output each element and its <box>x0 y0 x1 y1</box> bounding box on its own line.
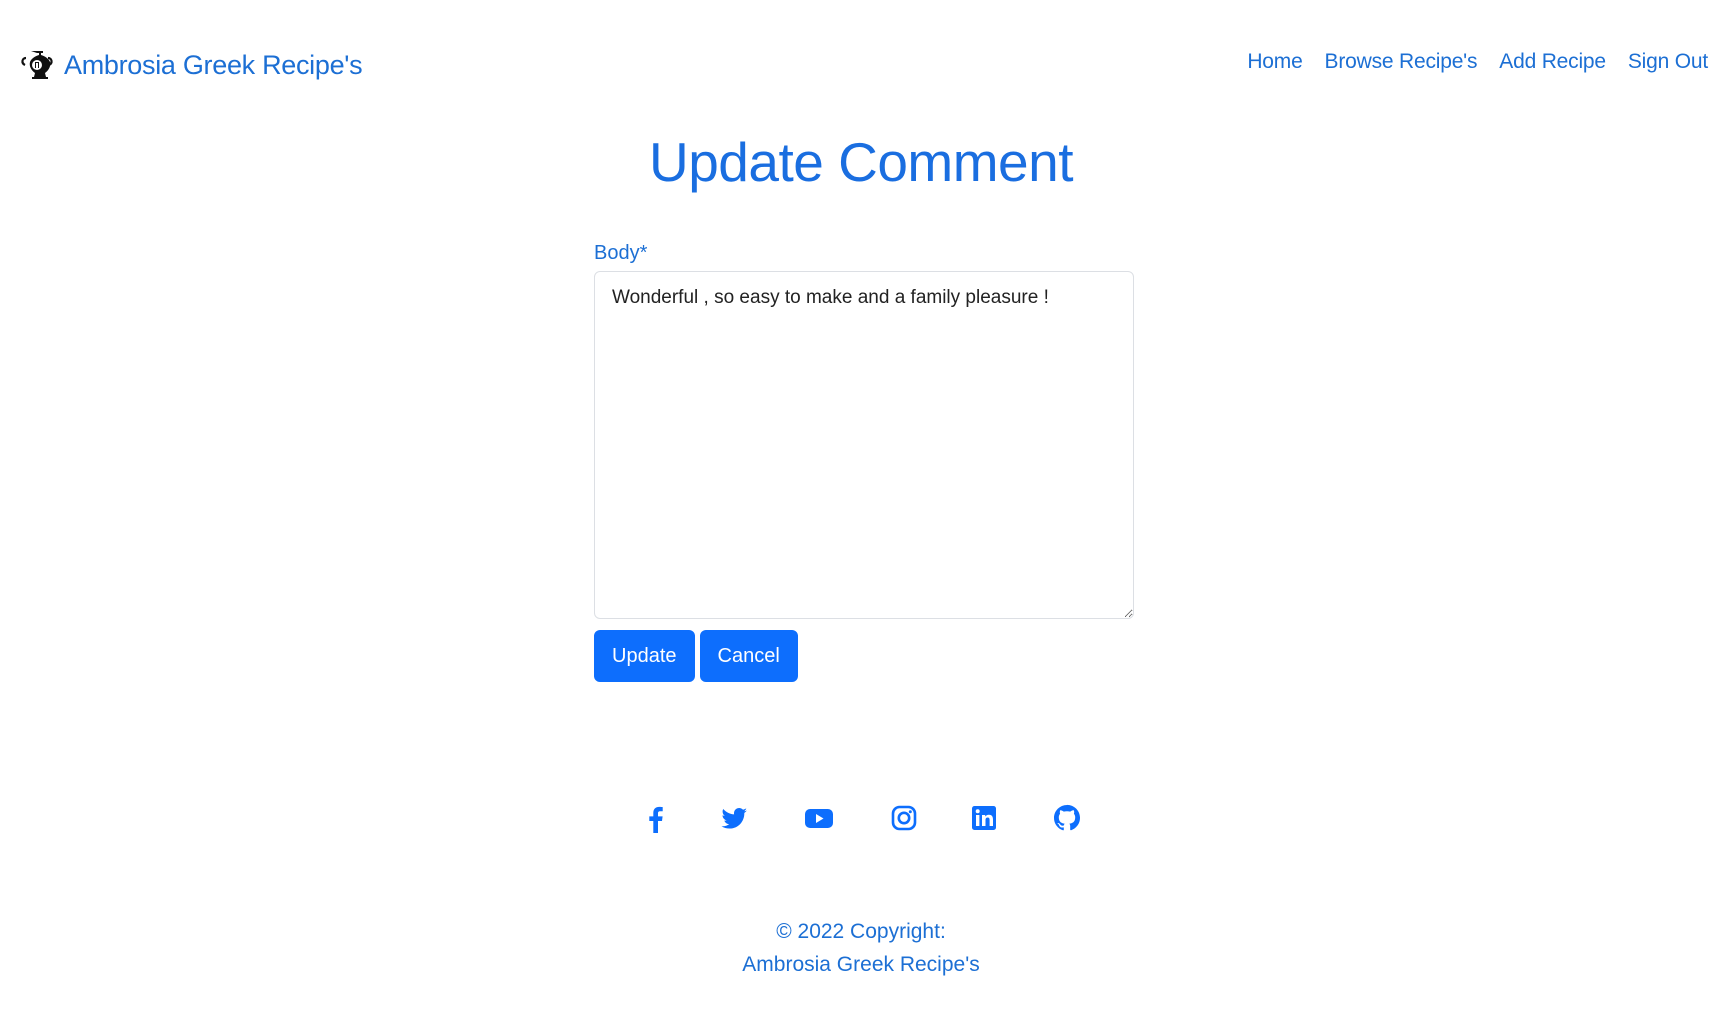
navbar: Ambrosia Greek Recipe's Home Browse Reci… <box>0 0 1722 132</box>
copyright-text: © 2022 Copyright: <box>776 920 946 943</box>
facebook-link[interactable] <box>641 803 671 833</box>
social-links <box>0 803 1722 833</box>
greek-amphora-icon <box>21 51 53 79</box>
update-comment-form: Body* Wonderful , so easy to make and a … <box>594 242 1134 682</box>
update-button[interactable]: Update <box>594 630 695 682</box>
linkedin-link[interactable] <box>969 803 999 833</box>
footer-site-link[interactable]: Ambrosia Greek Recipe's <box>742 953 979 976</box>
github-icon <box>1053 804 1080 831</box>
youtube-icon <box>804 809 833 828</box>
instagram-link[interactable] <box>889 803 919 833</box>
nav-add-recipe[interactable]: Add Recipe <box>1499 50 1606 74</box>
nav-home[interactable]: Home <box>1247 50 1302 74</box>
brand-link[interactable]: Ambrosia Greek Recipe's <box>20 48 363 82</box>
body-label: Body* <box>594 242 648 264</box>
instagram-icon <box>891 805 916 831</box>
youtube-link[interactable] <box>804 803 834 833</box>
body-textarea[interactable]: Wonderful , so easy to make and a family… <box>594 271 1134 619</box>
nav-browse-recipes[interactable]: Browse Recipe's <box>1325 50 1478 74</box>
twitter-icon <box>721 808 747 829</box>
twitter-link[interactable] <box>719 803 749 833</box>
page-title: Update Comment <box>648 131 1074 193</box>
linkedin-icon <box>971 806 996 830</box>
nav-sign-out[interactable]: Sign Out <box>1628 50 1708 74</box>
facebook-icon <box>648 806 663 833</box>
form-actions: Update Cancel <box>594 630 1134 682</box>
cancel-button[interactable]: Cancel <box>699 630 798 682</box>
footer: © 2022 Copyright: Ambrosia Greek Recipe'… <box>0 915 1722 981</box>
brand-name: Ambrosia Greek Recipe's <box>64 49 363 80</box>
github-link[interactable] <box>1052 803 1082 833</box>
main-nav: Home Browse Recipe's Add Recipe Sign Out <box>1247 50 1708 74</box>
